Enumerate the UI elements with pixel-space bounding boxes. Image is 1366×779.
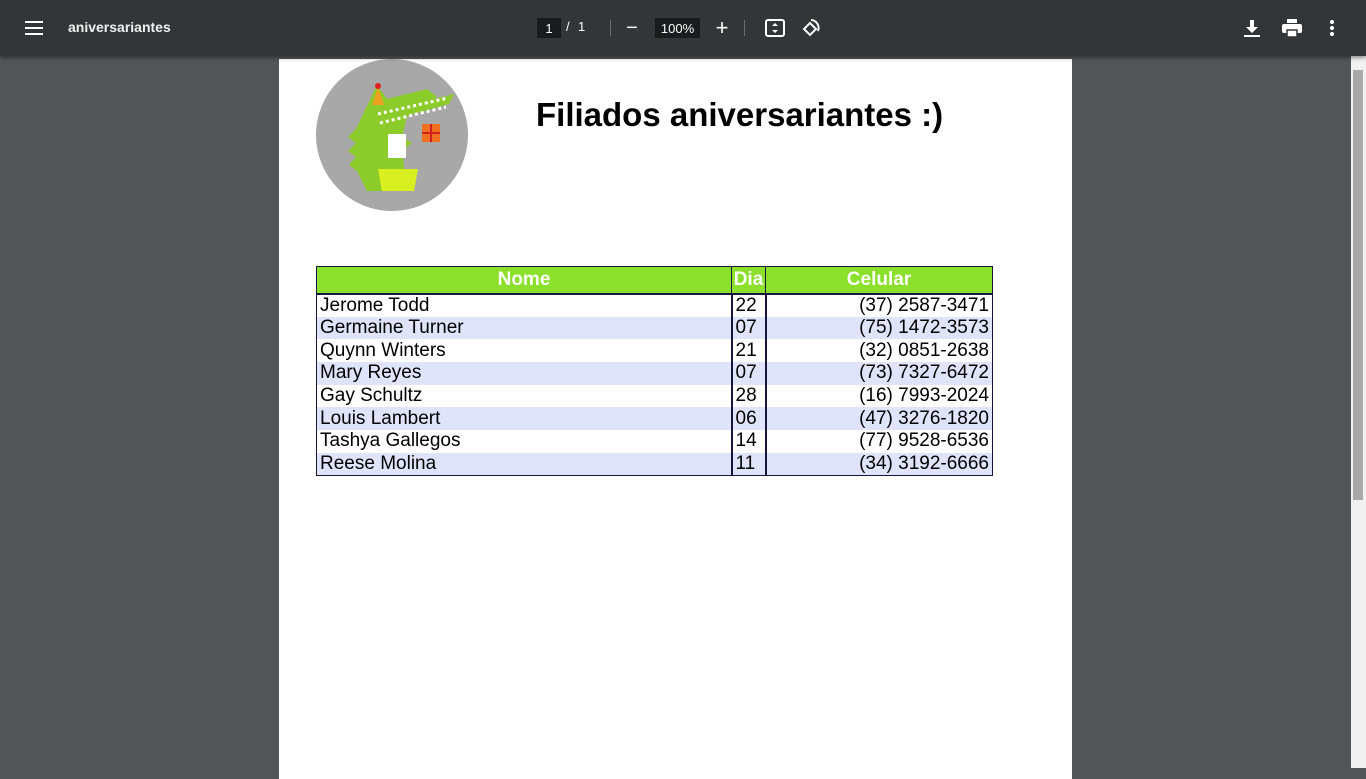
- download-icon[interactable]: [1241, 17, 1263, 39]
- menu-icon[interactable]: [22, 16, 46, 40]
- table-row: Jerome Todd 22 (37) 2587-3471: [317, 293, 993, 317]
- pdf-page: Filiados aniversariantes :) Nome Dia Cel…: [279, 59, 1072, 779]
- cell-day: 11: [730, 452, 767, 476]
- cell-day: 06: [730, 407, 767, 430]
- page-total: 1: [578, 19, 586, 34]
- crocodile-birthday-logo: [316, 59, 468, 211]
- header-celular: Celular: [765, 266, 993, 295]
- cell-phone: (73) 7327-6472: [765, 361, 993, 385]
- cell-name: Germaine Turner: [316, 316, 732, 340]
- page-separator: /: [566, 19, 570, 34]
- divider: [610, 20, 611, 36]
- cell-day: 22: [730, 293, 767, 317]
- cell-name: Louis Lambert: [316, 407, 732, 430]
- table-row: Louis Lambert 06 (47) 3276-1820: [316, 407, 993, 430]
- cell-name: Reese Molina: [316, 452, 732, 476]
- cell-name: Gay Schultz: [320, 384, 423, 406]
- cell-phone: (16) 7993-2024: [859, 384, 989, 406]
- cell-phone: (34) 3192-6666: [765, 452, 993, 476]
- table-row: Quynn Winters 21 (32) 0851-2638: [317, 339, 993, 362]
- header-nome: Nome: [316, 266, 732, 295]
- cell-name: Mary Reyes: [316, 361, 732, 385]
- fit-page-icon[interactable]: [765, 18, 785, 38]
- cell-phone: (47) 3276-1820: [765, 407, 993, 430]
- table-row: Reese Molina 11 (34) 3192-6666: [316, 452, 993, 476]
- zoom-in-button[interactable]: +: [712, 15, 732, 40]
- table-header-row: Nome Dia Celular: [316, 266, 993, 295]
- more-options-icon[interactable]: [1321, 17, 1343, 39]
- cell-name: Quynn Winters: [320, 339, 446, 361]
- cell-name: Tashya Gallegos: [320, 430, 461, 452]
- table-row: Mary Reyes 07 (73) 7327-6472: [316, 361, 993, 385]
- header-dia: Dia: [731, 266, 766, 295]
- page-number-input[interactable]: 1: [537, 18, 561, 38]
- rotate-icon[interactable]: [800, 17, 822, 39]
- cell-day: 14: [730, 429, 767, 453]
- cell-day: 07: [730, 361, 767, 385]
- zoom-out-button[interactable]: −: [622, 17, 642, 39]
- table-row: Tashya Gallegos 14 (77) 9528-6536: [317, 429, 993, 453]
- zoom-input[interactable]: 100%: [655, 18, 700, 38]
- cell-day: 28: [730, 384, 767, 408]
- document-title: aniversariantes: [68, 19, 171, 35]
- cell-name: Jerome Todd: [320, 294, 430, 316]
- cell-day: 07: [730, 316, 767, 340]
- divider: [744, 20, 745, 36]
- cell-phone: (77) 9528-6536: [859, 430, 989, 452]
- document-heading: Filiados aniversariantes :): [536, 96, 944, 133]
- pdf-toolbar: aniversariantes 1 / 1 − 100% +: [0, 0, 1366, 56]
- print-icon[interactable]: [1281, 17, 1303, 39]
- birthdays-table: Nome Dia Celular Jerome Todd 22 (37) 2587-…: [316, 266, 993, 476]
- cell-phone: (37) 2587-3471: [859, 294, 989, 316]
- cell-day: 21: [730, 339, 767, 362]
- cell-phone: (32) 0851-2638: [859, 339, 989, 361]
- cell-phone: (75) 1472-3573: [765, 316, 993, 340]
- table-row: Gay Schultz 28 (16) 7993-2024: [317, 384, 993, 408]
- scrollbar-thumb[interactable]: [1353, 70, 1363, 500]
- table-row: Germaine Turner 07 (75) 1472-3573: [316, 316, 993, 340]
